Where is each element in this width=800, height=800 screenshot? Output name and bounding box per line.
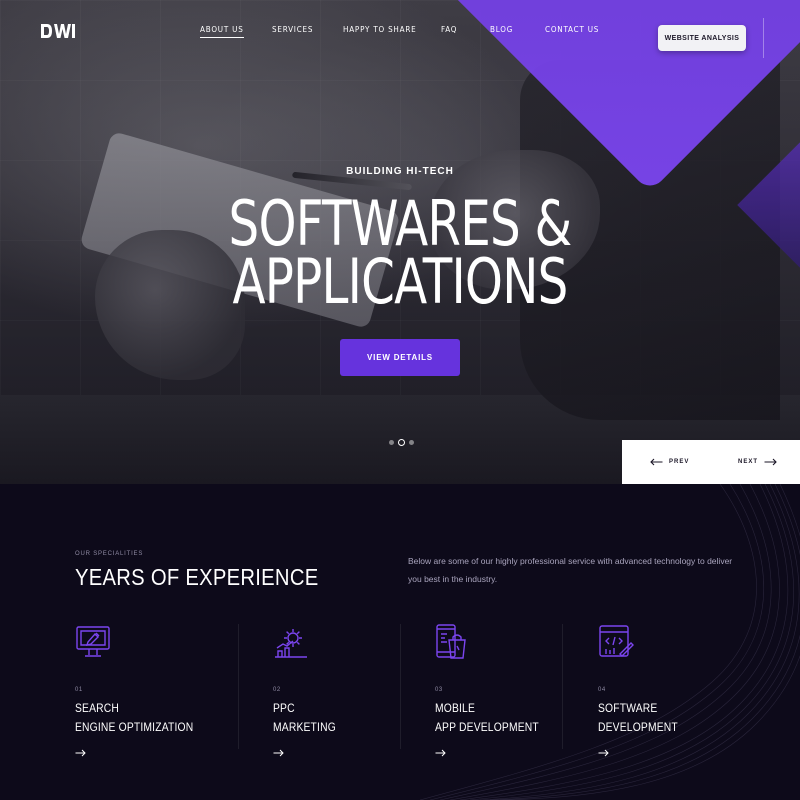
nav-item-contact-us[interactable]: CONTACT US — [545, 25, 599, 35]
nav-item-blog[interactable]: BLOG — [490, 25, 513, 35]
arrow-right-icon — [764, 458, 777, 466]
logo-icon[interactable] — [40, 23, 78, 39]
slider-dot[interactable] — [409, 440, 414, 445]
hero-title-line: APPLICATIONS — [232, 245, 568, 318]
specialities-section: OUR SPECIALITIES YEARS OF EXPERIENCE Bel… — [0, 484, 800, 800]
arrow-right-icon[interactable] — [75, 749, 86, 757]
service-card-mobile[interactable]: 03 MOBILE APP DEVELOPMENT — [435, 624, 585, 762]
nav-item-about-us[interactable]: ABOUT US — [200, 25, 244, 38]
seo-monitor-icon — [76, 626, 110, 657]
section-title: YEARS OF EXPERIENCE — [75, 564, 319, 590]
service-card-ppc[interactable]: 02 PPC MARKETING — [273, 624, 423, 762]
service-divider — [238, 624, 239, 749]
service-number: 02 — [273, 687, 281, 693]
service-title-line: APP DEVELOPMENT — [435, 720, 539, 734]
service-card-seo[interactable]: 01 SEARCH ENGINE OPTIMIZATION — [75, 624, 225, 762]
service-title: MOBILE APP DEVELOPMENT — [435, 699, 564, 737]
slider-dot[interactable] — [389, 440, 394, 445]
slider-dot-active[interactable] — [398, 439, 405, 446]
service-title-line: MOBILE — [435, 701, 476, 715]
service-title-line: SEARCH — [75, 701, 120, 715]
service-title: SOFTWARE DEVELOPMENT — [598, 699, 727, 737]
service-title: SEARCH ENGINE OPTIMIZATION — [75, 699, 204, 737]
arrow-left-icon — [650, 458, 663, 466]
service-number: 04 — [598, 687, 606, 693]
code-window-icon — [599, 625, 634, 657]
next-button[interactable]: NEXT — [738, 440, 777, 484]
slider-dots — [389, 439, 414, 446]
next-label: NEXT — [738, 459, 759, 465]
section-eyebrow: OUR SPECIALITIES — [75, 551, 144, 557]
mobile-shop-icon — [436, 624, 466, 659]
service-title-line: DEVELOPMENT — [598, 720, 678, 734]
service-number: 01 — [75, 687, 83, 693]
arrow-right-icon[interactable] — [273, 749, 284, 757]
service-title-line: MARKETING — [273, 720, 336, 734]
view-details-button[interactable]: VIEW DETAILS — [340, 339, 460, 376]
service-title: PPC MARKETING — [273, 699, 402, 737]
section-description: Below are some of our highly professiona… — [408, 556, 733, 584]
gear-growth-icon — [275, 629, 307, 658]
prev-label: PREV — [669, 459, 690, 465]
hero-title: SOFTWARES & APPLICATIONS — [88, 193, 712, 318]
service-title-line: PPC — [273, 701, 295, 715]
slider-pager: PREV NEXT — [622, 440, 800, 484]
hero-section: ABOUT US SERVICES HAPPY TO SHARE FAQ BLO… — [0, 0, 800, 484]
hero-eyebrow: BUILDING HI-TECH — [346, 166, 454, 177]
nav-item-faq[interactable]: FAQ — [441, 25, 457, 35]
nav-divider — [763, 18, 764, 58]
arrow-right-icon[interactable] — [598, 749, 609, 757]
nav-item-happy-to-share[interactable]: HAPPY TO SHARE — [343, 25, 417, 35]
service-title-line: SOFTWARE — [598, 701, 658, 715]
arrow-right-icon[interactable] — [435, 749, 446, 757]
service-card-software[interactable]: 04 SOFTWARE DEVELOPMENT — [598, 624, 748, 762]
nav-item-services[interactable]: SERVICES — [272, 25, 313, 35]
prev-button[interactable]: PREV — [650, 440, 689, 484]
service-number: 03 — [435, 687, 443, 693]
service-title-line: ENGINE OPTIMIZATION — [75, 720, 194, 734]
website-analysis-button[interactable]: WEBSITE ANALYSIS — [658, 25, 746, 51]
